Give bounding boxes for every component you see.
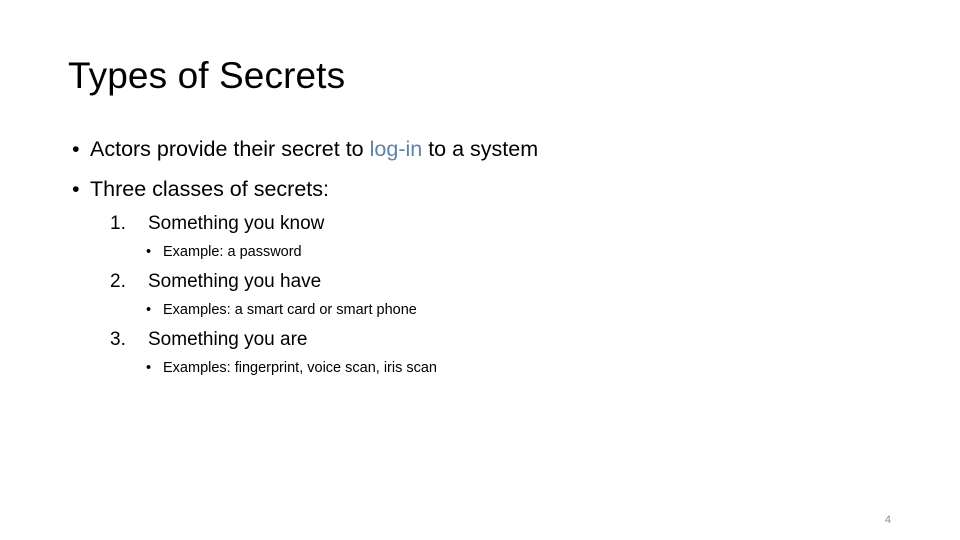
- numbered-item-1-label: Something you know: [148, 213, 325, 234]
- bullet-glyph-icon: •: [146, 360, 152, 376]
- page-title: Types of Secrets: [68, 55, 346, 96]
- sub-bullet-item-3: • Examples: fingerprint, voice scan, iri…: [0, 354, 960, 383]
- bullet-item-2: • Three classes of secrets:: [0, 169, 960, 209]
- numbered-item-3-label: Something you are: [148, 329, 308, 350]
- bullet-glyph-icon: •: [72, 177, 80, 201]
- numbered-item-3: 3. Something you are: [0, 325, 960, 354]
- numbered-group-1: 1. Something you know • Example: a passw…: [0, 209, 960, 267]
- numbered-item-2-label: Something you have: [148, 271, 322, 292]
- slide-canvas: Types of Secrets • Actors provide their …: [0, 0, 960, 540]
- bullet-1-text-after: to a system: [422, 137, 539, 161]
- bullet-1-text-before: Actors provide their secret to: [90, 137, 370, 161]
- bullet-glyph-icon: •: [146, 244, 152, 260]
- sub-bullet-item-3-label: Examples: fingerprint, voice scan, iris …: [163, 360, 437, 376]
- numbered-item-2-marker: 2.: [110, 271, 126, 292]
- bullet-item-1: • Actors provide their secret to log-in …: [0, 129, 960, 169]
- bullet-item-1-text: Actors provide their secret to log-in to…: [90, 129, 538, 169]
- sub-bullet-item-1-label: Example: a password: [163, 244, 302, 260]
- sub-bullet-item-2: • Examples: a smart card or smart phone: [0, 296, 960, 325]
- numbered-group-2: 2. Something you have • Examples: a smar…: [0, 267, 960, 325]
- numbered-item-2: 2. Something you have: [0, 267, 960, 296]
- bullet-1-accent-term: log-in: [369, 137, 423, 161]
- bullet-item-2-text: Three classes of secrets:: [90, 177, 329, 201]
- sub-bullet-item-2-label: Examples: a smart card or smart phone: [163, 302, 417, 318]
- numbered-item-1-marker: 1.: [110, 213, 126, 234]
- sub-bullet-item-1: • Example: a password: [0, 238, 960, 267]
- numbered-group-3: 3. Something you are • Examples: fingerp…: [0, 325, 960, 383]
- numbered-item-1: 1. Something you know: [0, 209, 960, 238]
- bullet-glyph-icon: •: [146, 302, 152, 318]
- page-number: 4: [884, 514, 891, 526]
- bullet-glyph-icon: •: [72, 137, 80, 161]
- numbered-item-3-marker: 3.: [110, 329, 126, 350]
- slide-body: • Actors provide their secret to log-in …: [0, 129, 960, 383]
